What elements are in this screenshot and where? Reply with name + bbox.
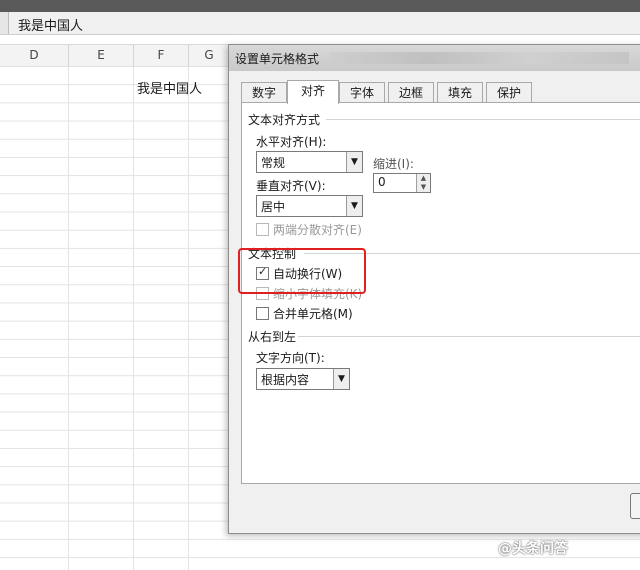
group-divider [298, 336, 640, 337]
tab-fill[interactable]: 填充 [437, 82, 483, 103]
tab-border[interactable]: 边框 [388, 82, 434, 103]
app-top-bar [0, 0, 640, 12]
highlight-box [238, 248, 366, 294]
horizontal-align-value: 常规 [261, 156, 286, 170]
grid-line [68, 66, 69, 570]
watermark: @头条问答 [498, 541, 568, 557]
chevron-up-icon[interactable]: ▲ [417, 174, 430, 183]
column-header-g[interactable]: G [189, 45, 230, 66]
horizontal-align-select[interactable]: 常规 ▼ [256, 151, 363, 173]
tab-font[interactable]: 字体 [339, 82, 385, 103]
column-header-e[interactable]: E [69, 45, 134, 66]
text-alignment-group-title: 文本对齐方式 [248, 113, 321, 127]
formula-bar[interactable]: 我是中国人 [0, 12, 640, 35]
dialog-title-bar[interactable]: 设置单元格格式 [229, 45, 640, 71]
chevron-down-icon[interactable]: ▼ [346, 152, 362, 172]
vertical-align-select[interactable]: 居中 ▼ [256, 195, 363, 217]
indent-value: 0 [378, 175, 386, 189]
grid-line [133, 66, 134, 570]
text-direction-value: 根据内容 [261, 373, 310, 387]
tab-alignment[interactable]: 对齐 [287, 80, 339, 104]
text-direction-select[interactable]: 根据内容 ▼ [256, 368, 350, 390]
title-bar-blur [329, 52, 629, 64]
text-direction-label: 文字方向(T): [256, 351, 325, 365]
stepper-buttons[interactable]: ▲ ▼ [416, 174, 430, 192]
distributed-label: 两端分散对齐(E) [273, 223, 362, 237]
group-divider [326, 119, 640, 120]
tab-number[interactable]: 数字 [241, 82, 287, 103]
indent-stepper[interactable]: 0 ▲ ▼ [373, 173, 431, 193]
merge-cells-label: 合并单元格(M) [273, 307, 353, 321]
rtl-group-title: 从右到左 [248, 330, 297, 344]
formula-bar-edge [0, 12, 9, 34]
ok-button-edge[interactable] [630, 493, 640, 519]
distributed-checkbox[interactable] [256, 223, 269, 236]
dialog-title: 设置单元格格式 [235, 52, 320, 66]
chevron-down-icon[interactable]: ▼ [333, 369, 349, 389]
vertical-align-label: 垂直对齐(V): [256, 179, 326, 193]
tab-protection[interactable]: 保护 [486, 82, 532, 103]
chevron-down-icon[interactable]: ▼ [346, 196, 362, 216]
horizontal-align-label: 水平对齐(H): [256, 135, 327, 149]
formula-bar-value: 我是中国人 [18, 19, 84, 34]
indent-label: 缩进(I): [373, 157, 414, 171]
grid-line [188, 66, 189, 570]
chevron-down-icon[interactable]: ▼ [417, 183, 430, 192]
column-header-d[interactable]: D [0, 45, 69, 66]
merge-cells-checkbox[interactable] [256, 307, 269, 320]
vertical-align-value: 居中 [261, 200, 286, 214]
cell-f-value[interactable]: 我是中国人 [137, 78, 202, 97]
column-header-f[interactable]: F [134, 45, 189, 66]
